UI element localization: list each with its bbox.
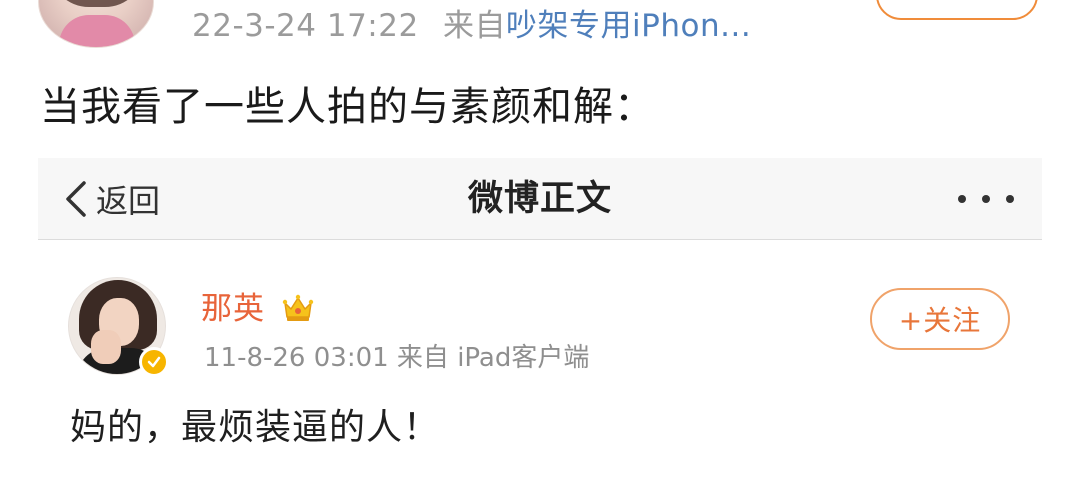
verified-badge-icon <box>139 347 169 377</box>
back-chevron-icon <box>66 181 86 217</box>
nav-title: 微博正文 <box>467 179 612 219</box>
more-dots-icon <box>958 195 966 203</box>
outer-post-source-device[interactable]: 吵架专用iPhon... <box>506 8 751 44</box>
avatar-hair <box>49 0 145 7</box>
back-label: 返回 <box>96 182 161 220</box>
more-dots-icon <box>1006 195 1014 203</box>
outer-post-source-prefix: 来自 <box>443 8 507 44</box>
outer-avatar[interactable] <box>38 0 154 48</box>
more-dots-icon <box>982 195 990 203</box>
avatar-dress <box>59 15 135 47</box>
follow-button[interactable]: +关注 <box>870 288 1010 350</box>
more-button[interactable] <box>958 186 1014 212</box>
crown-icon <box>282 294 314 321</box>
embedded-nav-bar: 微博正文 返回 <box>38 158 1042 240</box>
avatar-hand <box>91 330 121 364</box>
inner-username[interactable]: 那英 <box>201 288 265 330</box>
outer-post-meta: 22-3-24 17:22 来自吵架专用iPhon... <box>192 5 751 47</box>
back-button[interactable]: 返回 <box>62 158 160 240</box>
outer-follow-button[interactable] <box>876 0 1038 20</box>
outer-post-text: 当我看了一些人拍的与素颜和解： <box>40 84 655 130</box>
outer-post-time: 22-3-24 17:22 <box>192 8 419 44</box>
inner-post-text: 妈的，最烦装逼的人！ <box>70 407 441 448</box>
inner-post-meta: 11-8-26 03:01 来自 iPad客户端 <box>204 343 590 373</box>
